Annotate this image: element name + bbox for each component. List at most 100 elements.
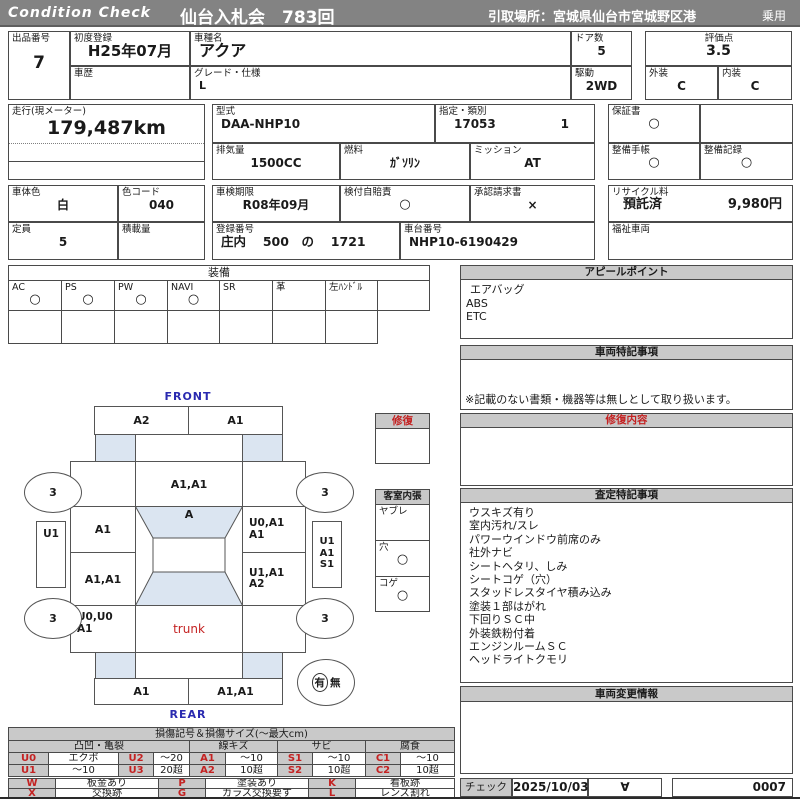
legend-desc: 10超 (312, 764, 366, 777)
roof-shape (152, 537, 226, 573)
legend-code: S2 (277, 764, 313, 777)
right-sill: U1 A1 S1 (312, 521, 342, 588)
appeal-item: ABS (466, 296, 488, 310)
welfare-cell: 福祉車両 (608, 222, 793, 260)
odometer-divider-solid (9, 161, 204, 162)
legend-code: C2 (365, 764, 401, 777)
repair-content-box: 修復内容 (460, 413, 793, 486)
rear-window-shape (135, 571, 243, 606)
equipment-cell-pw: PW ○ (114, 280, 168, 311)
rear-bumper-left: A1 (94, 678, 189, 705)
legend-desc: ～10 (48, 764, 119, 777)
equipment-row2-cell (61, 310, 115, 344)
drive-cell: 駆動 2WD (571, 66, 632, 100)
check-label-cell: チェック (460, 778, 512, 797)
equipment-cell-ac: AC ○ (8, 280, 62, 311)
equipment-cell-sr: SR (219, 280, 273, 311)
color-code-cell: 色コード 040 (118, 185, 205, 222)
equipment-row2-cell (167, 310, 220, 344)
registration-number-cell: 登録番号 庄内 500 の 1721 (212, 222, 400, 260)
load-cell: 積載量 (118, 222, 205, 260)
right-door: U1,A1 A2 (242, 552, 306, 606)
left-sill: U1 (36, 521, 66, 588)
appeal-item: ETC (466, 310, 487, 323)
equipment-cell-lhd: 左ﾊﾝﾄﾞﾙ (325, 280, 378, 311)
history-cell: 車歴 (70, 66, 190, 100)
assessment-item: 外装鉄粉付着 (469, 626, 535, 640)
score-value: 3.5 (706, 43, 731, 59)
recycle-status: 預託済 (623, 197, 663, 212)
legend-code: U1 (8, 764, 49, 777)
equipment-cell-ps: PS ○ (61, 280, 115, 311)
equipment-cell-leather: 革 (272, 280, 326, 311)
assessment-item: 社外ナビ (469, 546, 513, 560)
headlight-right (242, 434, 283, 462)
maintenance-record-cell: 整備記録 ○ (700, 143, 793, 180)
check-inspector-cell: ∀ (588, 778, 662, 797)
jibaiseki-cell: 検付自賠責 ○ (340, 185, 470, 222)
grade-cell: グレード・仕様 L (190, 66, 571, 100)
equipment-row2-cell (272, 310, 326, 344)
diagram-front-label: FRONT (164, 390, 212, 403)
wheel-front-left: 3 (24, 472, 82, 513)
model-code-cell: 型式 DAA-NHP10 (212, 104, 435, 143)
rear-bumper-right: A1,A1 (188, 678, 283, 705)
odometer-value: 179,487km (47, 117, 166, 139)
headlight-left (95, 434, 136, 462)
equipment-row2-cell (8, 310, 62, 344)
score-cell: 評価点 3.5 (645, 31, 792, 66)
check-date-cell: 2025/10/03 (512, 778, 589, 797)
interior-panel-box: 客室内張 ヤブレ 穴 ○ コゲ ○ (375, 489, 430, 612)
empty-cell (700, 104, 793, 143)
legend-desc: 10超 (400, 764, 455, 777)
lot-number-value: 7 (33, 53, 45, 73)
right-front-corner-panel (242, 461, 306, 507)
hood: A1,A1 (135, 461, 243, 507)
vehicle-class: 乗用 (762, 9, 787, 23)
spare-none: 無 (330, 677, 341, 689)
front-bumper-left: A2 (94, 406, 189, 435)
interior-panel-hole-cell: 穴 ○ (376, 541, 429, 577)
interior-panel-burn-cell: コゲ ○ (379, 578, 409, 603)
right-front-fender: U0,A1 A1 (242, 506, 306, 553)
trunk-label: trunk (173, 622, 205, 636)
auction-sheet: Condition Check 仙台入札会 783回 引取場所：宮城県仙台市宮城… (0, 0, 800, 800)
special-notes-box: 車両特記事項 ※記載のない書類・機器等は無しとして取り扱います。 (460, 345, 793, 410)
appeal-item: エアバッグ (470, 283, 525, 296)
equipment-row2-cell (325, 310, 378, 344)
assessment-item: シートヘタリ、しみ (469, 559, 568, 573)
change-info-box: 車両変更情報 (460, 686, 793, 774)
odometer-cell: 走行(現メーター) 179,487km (8, 104, 205, 180)
windshield-code: A (184, 508, 194, 521)
sheet-number-cell: 0007 (672, 778, 793, 797)
first-registration-cell: 初度登録 H25年07月 (70, 31, 190, 66)
equipment-cell-navi: NAVI ○ (167, 280, 220, 311)
trunk-panel: trunk (135, 605, 243, 653)
legend-desc: 20超 (153, 764, 190, 777)
assessment-item: シートコゲ（穴） (469, 573, 557, 587)
assessment-item: 室内汚れ/スレ (469, 519, 539, 533)
equipment-cell-empty (377, 280, 430, 311)
auction-title: 仙台入札会 783回 (180, 8, 335, 28)
special-notes-text: ※記載のない書類・機器等は無しとして取り扱います。 (465, 393, 737, 406)
taillight-right (242, 652, 283, 679)
wheel-rear-left: 3 (24, 598, 82, 639)
left-door: A1,A1 (70, 552, 136, 606)
pickup-location: 引取場所：宮城県仙台市宮城野区港 (488, 10, 697, 25)
class-number: 1 (560, 117, 569, 131)
inspection-cell: 車検期限 R08年09月 (212, 185, 340, 222)
type-number: 17053 (454, 117, 496, 131)
lot-number-cell: 出品番号 7 (8, 31, 70, 100)
wheel-front-right: 3 (296, 472, 354, 513)
assessment-item: エンジンルームＳＣ (469, 640, 568, 654)
assessment-item: 下回りＳＣ中 (469, 613, 535, 627)
chassis-number-cell: 車台番号 NHP10-6190429 (400, 222, 595, 260)
diagram-rear-label: REAR (169, 708, 207, 721)
spare-has-circled: 有 (311, 673, 328, 692)
capacity-cell: 定員 5 (8, 222, 118, 260)
spare-tire-marker: 有 無 (297, 659, 355, 706)
interior-panel-tear-cell: ヤブレ (376, 505, 429, 541)
maintenance-book-cell: 整備手帳 ○ (608, 143, 700, 180)
header-bar: Condition Check 仙台入札会 783回 引取場所：宮城県仙台市宮城… (0, 0, 800, 28)
recycle-amount: 9,980円 (727, 197, 782, 212)
